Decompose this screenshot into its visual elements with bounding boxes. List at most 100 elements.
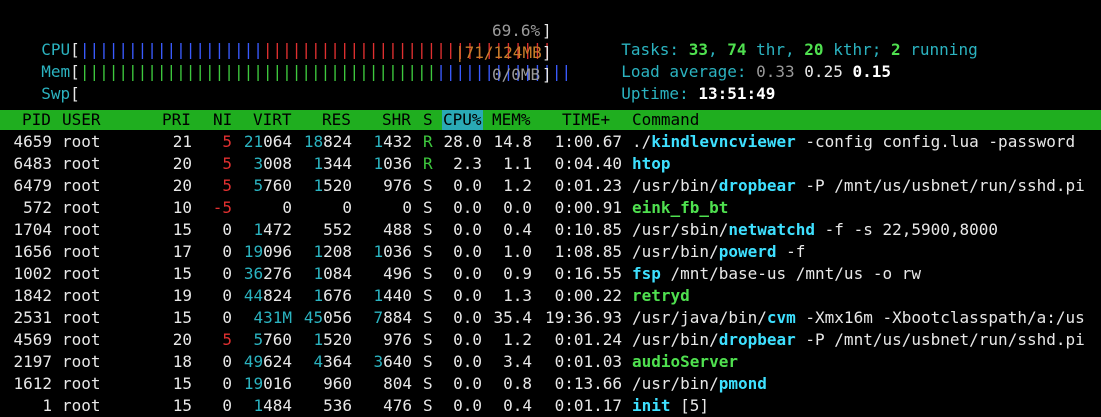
process-cpu: 0.0 (453, 286, 482, 305)
process-nice: 5 (222, 176, 232, 195)
process-pid: 4659 (13, 132, 52, 151)
process-virt: 36276 (243, 264, 292, 283)
process-cpu: 0.0 (453, 264, 482, 283)
column-pri[interactable]: PRI (162, 110, 191, 130)
process-mem: 14.8 (493, 132, 532, 151)
process-time: 19:36.93 (544, 308, 622, 327)
column-command[interactable]: Command (632, 110, 699, 130)
process-user: root (62, 242, 101, 261)
process-user: root (62, 374, 101, 393)
process-priority: 20 (172, 330, 192, 349)
process-nice: 0 (222, 242, 232, 261)
process-mem: 1.2 (503, 330, 532, 349)
process-res: 18824 (303, 132, 352, 151)
process-mem: 1.2 (503, 176, 532, 195)
process-res: 1344 (313, 154, 352, 173)
column-mem[interactable]: MEM% (492, 110, 531, 130)
process-mem: 1.3 (503, 286, 532, 305)
mem-meter-close: ] (542, 43, 552, 62)
process-priority: 15 (172, 220, 192, 239)
process-state: S (423, 242, 433, 261)
process-time: 0:01.03 (554, 352, 622, 371)
process-cpu: 0.0 (453, 352, 482, 371)
swp-meter-value: 0/0MB (492, 65, 541, 84)
process-state: R (423, 154, 433, 173)
process-virt: 431M (253, 308, 292, 327)
process-cpu: 0.0 (453, 330, 482, 349)
process-cpu: 0.0 (453, 220, 482, 239)
process-priority: 17 (172, 242, 192, 261)
process-mem: 35.4 (493, 308, 532, 327)
process-pid: 572 (23, 198, 52, 217)
process-cpu: 0.0 (453, 374, 482, 393)
process-command: /usr/bin/dropbear -P /mnt/us/usbnet/run/… (632, 176, 1085, 195)
process-res: 1084 (313, 264, 352, 283)
process-user: root (62, 220, 101, 239)
process-command: /usr/sbin/netwatchd -f -s 22,5900,8000 (632, 220, 999, 239)
column-ni[interactable]: NI (213, 110, 232, 130)
process-cpu: 0.0 (453, 198, 482, 217)
process-nice: 0 (222, 308, 232, 327)
process-priority: 20 (172, 154, 192, 173)
process-state: S (423, 374, 433, 393)
process-mem: 3.4 (503, 352, 532, 371)
process-pid: 6483 (13, 154, 52, 173)
process-nice: 0 (222, 264, 232, 283)
process-state: S (423, 176, 433, 195)
process-res: 0 (342, 198, 352, 217)
process-res: 1208 (313, 242, 352, 261)
process-shr: 488 (383, 220, 412, 239)
process-shr: 1440 (373, 286, 412, 305)
process-cpu: 0.0 (453, 308, 482, 327)
process-mem: 0.4 (503, 220, 532, 239)
column-state[interactable]: S (423, 110, 433, 130)
process-virt: 19016 (243, 374, 292, 393)
process-time: 0:13.66 (554, 374, 622, 393)
process-priority: 19 (172, 286, 192, 305)
process-cpu: 28.0 (443, 132, 482, 151)
process-time: 0:16.55 (554, 264, 622, 283)
process-shr: 1432 (373, 132, 412, 151)
process-shr: 496 (383, 264, 412, 283)
process-command: /usr/bin/dropbear -P /mnt/us/usbnet/run/… (632, 330, 1085, 349)
process-priority: 15 (172, 264, 192, 283)
process-user: root (62, 132, 101, 151)
column-shr[interactable]: SHR (382, 110, 411, 130)
column-user[interactable]: USER (62, 110, 101, 130)
process-priority: 20 (172, 176, 192, 195)
process-state: S (423, 198, 433, 217)
process-priority: 15 (172, 308, 192, 327)
process-state: S (423, 220, 433, 239)
process-time: 0:01.23 (554, 176, 622, 195)
process-virt: 5760 (253, 330, 292, 349)
column-res[interactable]: RES (322, 110, 351, 130)
process-user: root (62, 176, 101, 195)
process-state: S (423, 330, 433, 349)
process-user: root (62, 286, 101, 305)
uptime-value: 13:51:49 (698, 84, 776, 103)
process-shr: 976 (383, 330, 412, 349)
process-shr: 7884 (373, 308, 412, 327)
process-virt: 49624 (243, 352, 292, 371)
load-15: 0.15 (852, 62, 891, 81)
process-shr: 1036 (373, 242, 412, 261)
process-command: audioServer (632, 352, 738, 371)
process-nice: 0 (222, 286, 232, 305)
process-state: R (423, 132, 433, 151)
running-count: 2 (891, 40, 901, 59)
process-command: eink_fb_bt (632, 198, 729, 217)
process-time: 0:10.85 (554, 220, 622, 239)
process-command: retryd (632, 286, 690, 305)
process-shr: 3640 (373, 352, 412, 371)
column-pid[interactable]: PID (22, 110, 51, 130)
process-pid: 2197 (13, 352, 52, 371)
process-command: htop (632, 154, 671, 173)
column-time[interactable]: TIME+ (562, 110, 610, 130)
process-user: root (62, 198, 101, 217)
process-cpu: 0.0 (453, 242, 482, 261)
process-res: 1676 (313, 286, 352, 305)
process-time: 1:08.85 (554, 242, 622, 261)
column-cpu[interactable]: CPU% (442, 110, 483, 130)
uptime: Uptime: 13:51:49 (621, 84, 776, 103)
column-virt[interactable]: VIRT (253, 110, 292, 130)
